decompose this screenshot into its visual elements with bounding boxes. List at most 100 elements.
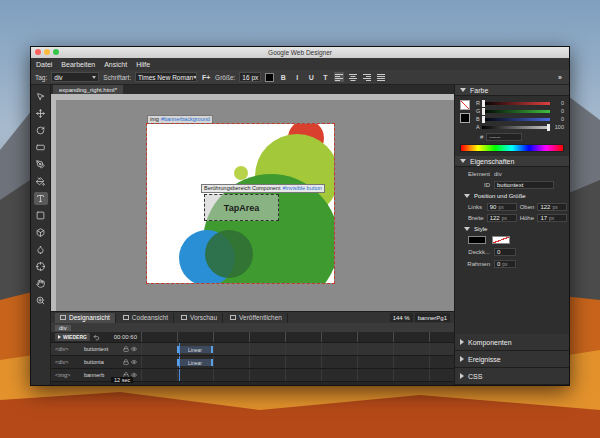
menu-item[interactable]: Bearbeiten xyxy=(61,61,95,68)
view-tab[interactable]: Veröffentlichen xyxy=(225,313,288,323)
align-button[interactable] xyxy=(334,72,344,82)
expand-icon xyxy=(464,227,470,231)
format-button[interactable]: I xyxy=(292,72,302,82)
color-slider[interactable] xyxy=(482,126,550,129)
app-window: Google Web Designer Datei Bearbeiten Ansich… xyxy=(30,46,570,386)
font-select[interactable]: Times New Roman xyxy=(135,72,197,82)
font-add-button[interactable]: F+ xyxy=(201,72,211,82)
stroke-swatch[interactable] xyxy=(492,236,510,244)
window-controls xyxy=(35,49,59,55)
color-slider-row: R0 xyxy=(476,100,564,106)
view-bar: DesignansichtCodeansichtVorschauVeröffen… xyxy=(51,311,454,323)
tool-button[interactable] xyxy=(34,226,48,239)
format-button[interactable]: U xyxy=(306,72,316,82)
toolbar: Tag:divSchriftart:Times New RomanF+Größe… xyxy=(31,70,569,85)
style-section-header[interactable]: Style xyxy=(460,226,564,232)
expand-button[interactable]: » xyxy=(555,72,565,82)
tool-button[interactable] xyxy=(34,277,48,290)
undo-icon xyxy=(93,334,100,341)
color-slider-row: B0 xyxy=(476,116,564,122)
align-button[interactable] xyxy=(348,72,358,82)
breadcrumb-item[interactable]: div xyxy=(55,325,71,331)
tag-icon xyxy=(36,143,45,152)
hex-field[interactable]: ------ xyxy=(486,133,522,141)
color-panel: R0G0B0A100#------ xyxy=(455,96,569,156)
menu-item[interactable]: Ansicht xyxy=(104,61,127,68)
position-field[interactable]: 17px xyxy=(537,214,567,222)
align-button[interactable] xyxy=(376,72,386,82)
image-label: img#bannerbackground xyxy=(147,115,213,124)
tool-button[interactable] xyxy=(34,294,48,307)
layer-row[interactable]: <div>buttontextLinear xyxy=(51,343,454,356)
menu-item[interactable]: Datei xyxy=(36,61,52,68)
color-spectrum[interactable] xyxy=(460,144,564,152)
tool-button[interactable] xyxy=(34,192,48,205)
panel-header[interactable]: Ereignisse xyxy=(455,351,569,368)
tool-button[interactable] xyxy=(34,124,48,137)
color-slider[interactable] xyxy=(482,102,550,105)
font-label: Schriftart: xyxy=(103,74,131,81)
play-button[interactable]: WIEDERG xyxy=(55,333,90,341)
tool-button[interactable] xyxy=(34,141,48,154)
tap-area[interactable]: TapArea xyxy=(204,194,279,221)
layer-track xyxy=(141,369,454,381)
align-button[interactable] xyxy=(362,72,372,82)
position-field[interactable]: 122px xyxy=(537,203,567,211)
text-color-swatch[interactable] xyxy=(265,73,274,82)
color-slider[interactable] xyxy=(482,118,550,121)
id-field[interactable]: buttontext xyxy=(494,181,554,189)
tool-button[interactable] xyxy=(34,243,48,256)
document-tabs: expanding_right.html* xyxy=(51,85,454,94)
document-tab[interactable]: expanding_right.html* xyxy=(53,85,123,94)
panel-header[interactable]: CSS xyxy=(455,368,569,385)
minimize-button[interactable] xyxy=(44,49,50,55)
page-select[interactable]: bannerPg1 xyxy=(415,313,450,322)
tooltip: 12 sec xyxy=(111,377,133,383)
border-field[interactable]: 0px xyxy=(494,260,516,268)
tool-button[interactable] xyxy=(34,107,48,120)
rotate-icon xyxy=(36,126,45,135)
window-title: Google Web Designer xyxy=(268,49,332,56)
format-button[interactable]: B xyxy=(278,72,288,82)
tool-button[interactable] xyxy=(34,260,48,273)
animation-bar[interactable]: Linear xyxy=(177,359,213,366)
close-button[interactable] xyxy=(35,49,41,55)
tool-button[interactable] xyxy=(34,209,48,222)
format-button[interactable]: T xyxy=(320,72,330,82)
position-field[interactable]: 122px xyxy=(487,214,517,222)
position-section-header[interactable]: Position und Größe xyxy=(460,193,564,199)
tag-select[interactable]: div xyxy=(51,72,99,82)
size-label: Größe: xyxy=(215,74,235,81)
fill-swatch[interactable] xyxy=(468,236,486,244)
view-tab[interactable]: Designansicht xyxy=(55,313,116,323)
stage: img#bannerbackgroundBerührungsbereich Co… xyxy=(51,94,454,311)
view-tab[interactable]: Codeansicht xyxy=(118,313,174,323)
view-tab[interactable]: Vorschau xyxy=(176,313,223,323)
animation-bar[interactable]: Linear xyxy=(177,346,213,353)
time-display: 00:00:60 xyxy=(114,334,137,340)
pen-icon xyxy=(36,160,45,169)
color-swatch[interactable] xyxy=(460,113,470,123)
opacity-field[interactable]: 0 xyxy=(494,248,516,256)
no-color-swatch[interactable] xyxy=(460,100,470,110)
expand-icon xyxy=(460,88,466,92)
size-field[interactable]: 16 px xyxy=(239,72,261,82)
tool-button[interactable] xyxy=(34,90,48,103)
maximize-button[interactable] xyxy=(53,49,59,55)
position-field[interactable]: 90px xyxy=(487,203,517,211)
lock-icon xyxy=(123,359,129,365)
time-ruler xyxy=(141,332,454,342)
panel-header[interactable]: Komponenten xyxy=(455,334,569,351)
color-panel-header[interactable]: Farbe xyxy=(455,85,569,96)
properties-header[interactable]: Eigenschaften xyxy=(455,156,569,167)
box-icon xyxy=(36,228,45,237)
position-fields: Links90pxOben122pxBreite122pxHöhe17px xyxy=(460,203,564,222)
align-right-icon xyxy=(363,74,371,81)
tool-button[interactable] xyxy=(34,158,48,171)
color-slider[interactable] xyxy=(482,110,550,113)
menu-item[interactable]: Hilfe xyxy=(136,61,150,68)
playhead xyxy=(179,343,180,355)
layer-row[interactable]: <div>buttontaLinear xyxy=(51,356,454,369)
tool-button[interactable] xyxy=(34,175,48,188)
zoom-field[interactable]: 144 % xyxy=(390,313,413,322)
